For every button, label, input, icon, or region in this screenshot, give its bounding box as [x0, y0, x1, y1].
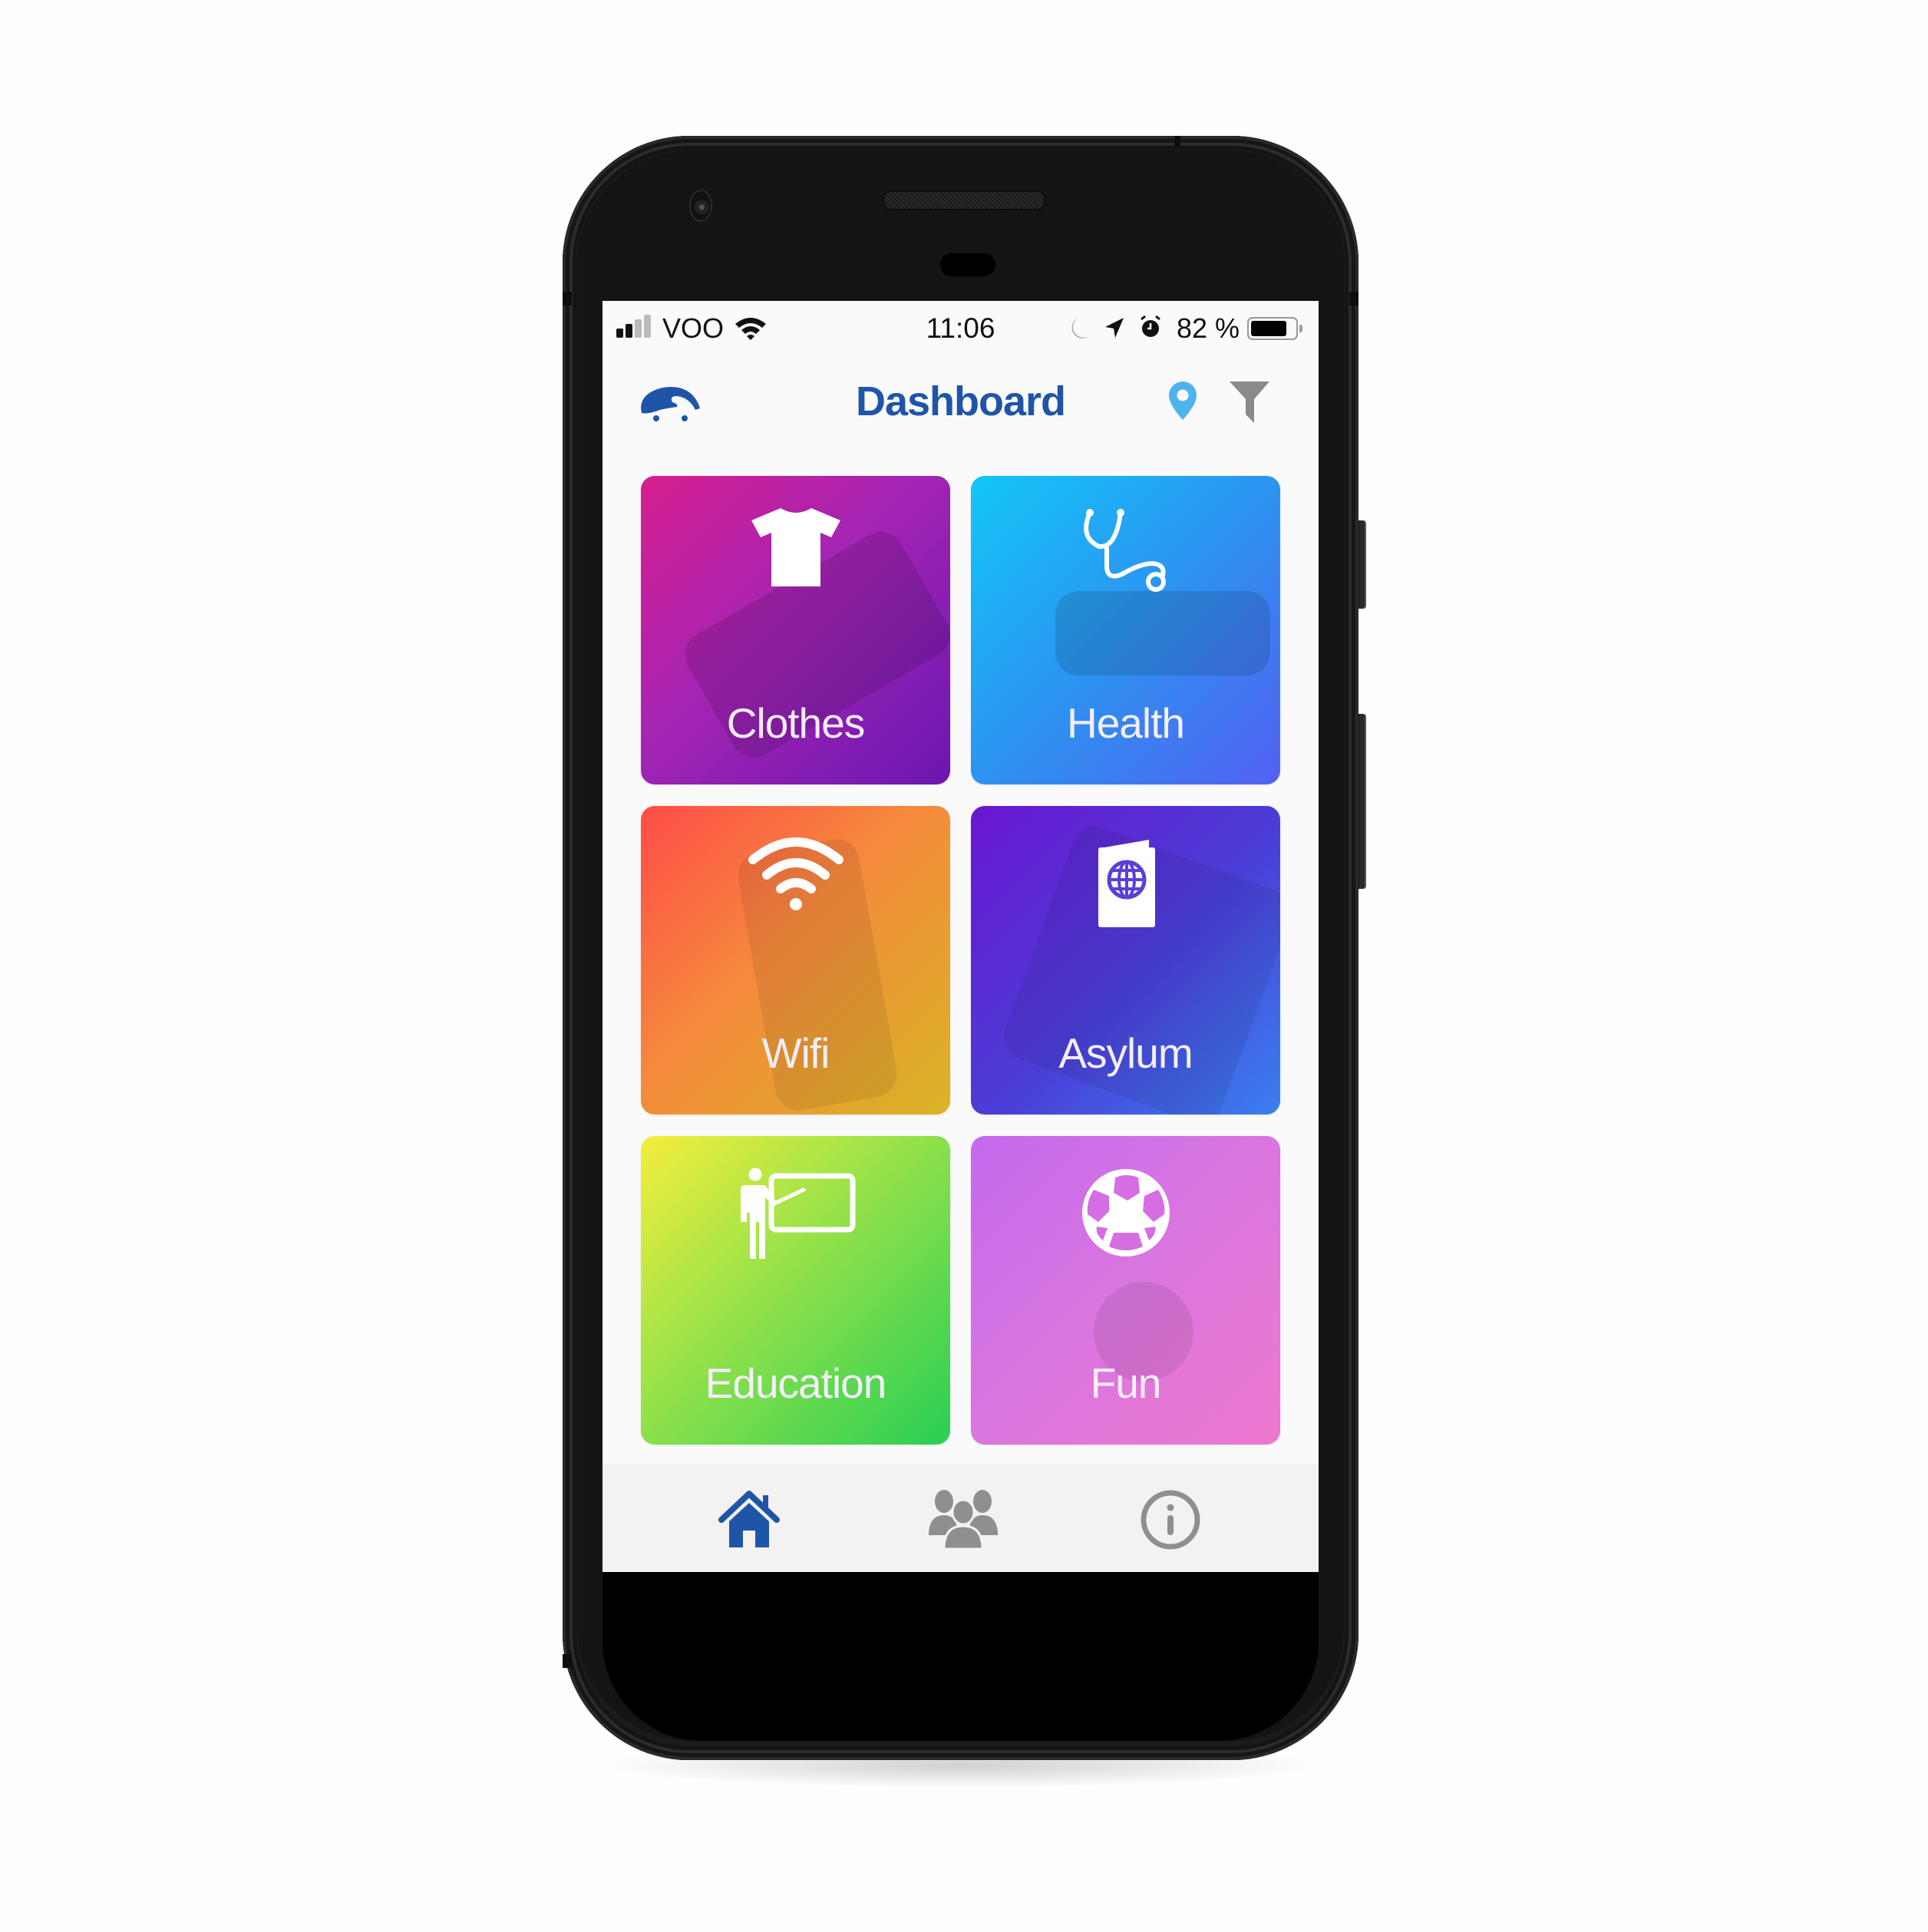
- wifi-icon: [748, 837, 844, 910]
- antenna-band: [563, 292, 572, 305]
- tshirt-icon: [751, 508, 840, 586]
- location-pin-icon[interactable]: [1167, 380, 1198, 421]
- tile-health[interactable]: Health: [971, 476, 1280, 784]
- battery-icon: [1247, 317, 1298, 340]
- tile-asylum[interactable]: Asylum: [971, 806, 1280, 1115]
- battery-level-fill: [1251, 321, 1286, 336]
- volume-button[interactable]: [1359, 714, 1366, 889]
- status-bar: VOO 11:06 82 %: [602, 301, 1319, 355]
- tile-wifi[interactable]: Wifi: [641, 806, 950, 1115]
- app-header: Dashboard: [602, 362, 1319, 454]
- people-icon: [929, 1490, 998, 1551]
- bottom-tab-bar: [602, 1464, 1319, 1572]
- tile-icon-wrap: [641, 507, 950, 599]
- tile-clothes[interactable]: Clothes: [641, 476, 950, 784]
- tile-label: Fun: [1090, 1359, 1162, 1407]
- do-not-disturb-moon-icon: [1071, 318, 1089, 339]
- tile-icon-wrap: [971, 1167, 1280, 1259]
- phone-chin: [602, 1572, 1319, 1741]
- tile-label: Asylum: [1058, 1029, 1193, 1077]
- location-arrow-icon: [1105, 318, 1124, 338]
- battery-nub: [1299, 325, 1302, 332]
- tab-community[interactable]: [925, 1485, 1002, 1554]
- teacher-board-icon: [740, 1167, 855, 1259]
- antenna-band: [1174, 136, 1180, 148]
- tile-icon-wrap: [641, 837, 950, 929]
- tile-icon-wrap: [641, 1167, 950, 1259]
- tile-fun[interactable]: Fun: [971, 1136, 1280, 1445]
- tile-label: Wifi: [761, 1029, 830, 1077]
- passport-icon: [1098, 840, 1155, 927]
- soccer-ball-icon: [1081, 1169, 1170, 1257]
- alarm-icon: [1141, 315, 1160, 337]
- tile-label: Education: [705, 1359, 887, 1407]
- proximity-sensor: [940, 253, 995, 276]
- tile-icon-wrap: [971, 507, 1280, 599]
- tile-label: Health: [1067, 699, 1185, 747]
- app-screen: VOO 11:06 82 % Dashboard Clothes Health …: [602, 301, 1319, 1572]
- home-icon: [718, 1491, 780, 1547]
- info-icon: [1141, 1490, 1200, 1550]
- tile-label: Clothes: [726, 699, 865, 747]
- power-button[interactable]: [1359, 520, 1366, 609]
- tile-icon-wrap: [971, 837, 1280, 929]
- earpiece-speaker: [883, 190, 1045, 210]
- antenna-band: [563, 1654, 572, 1668]
- tile-background-image: [1055, 591, 1270, 675]
- tab-home[interactable]: [711, 1485, 787, 1554]
- battery-percentage: 82 %: [1177, 312, 1240, 344]
- antenna-band: [1349, 292, 1359, 305]
- front-camera: [689, 190, 712, 222]
- page-title: Dashboard: [855, 378, 1066, 424]
- stethoscope-icon: [1083, 509, 1166, 592]
- tab-info[interactable]: [1132, 1485, 1209, 1554]
- filter-icon[interactable]: [1229, 381, 1270, 424]
- tile-education[interactable]: Education: [641, 1136, 950, 1445]
